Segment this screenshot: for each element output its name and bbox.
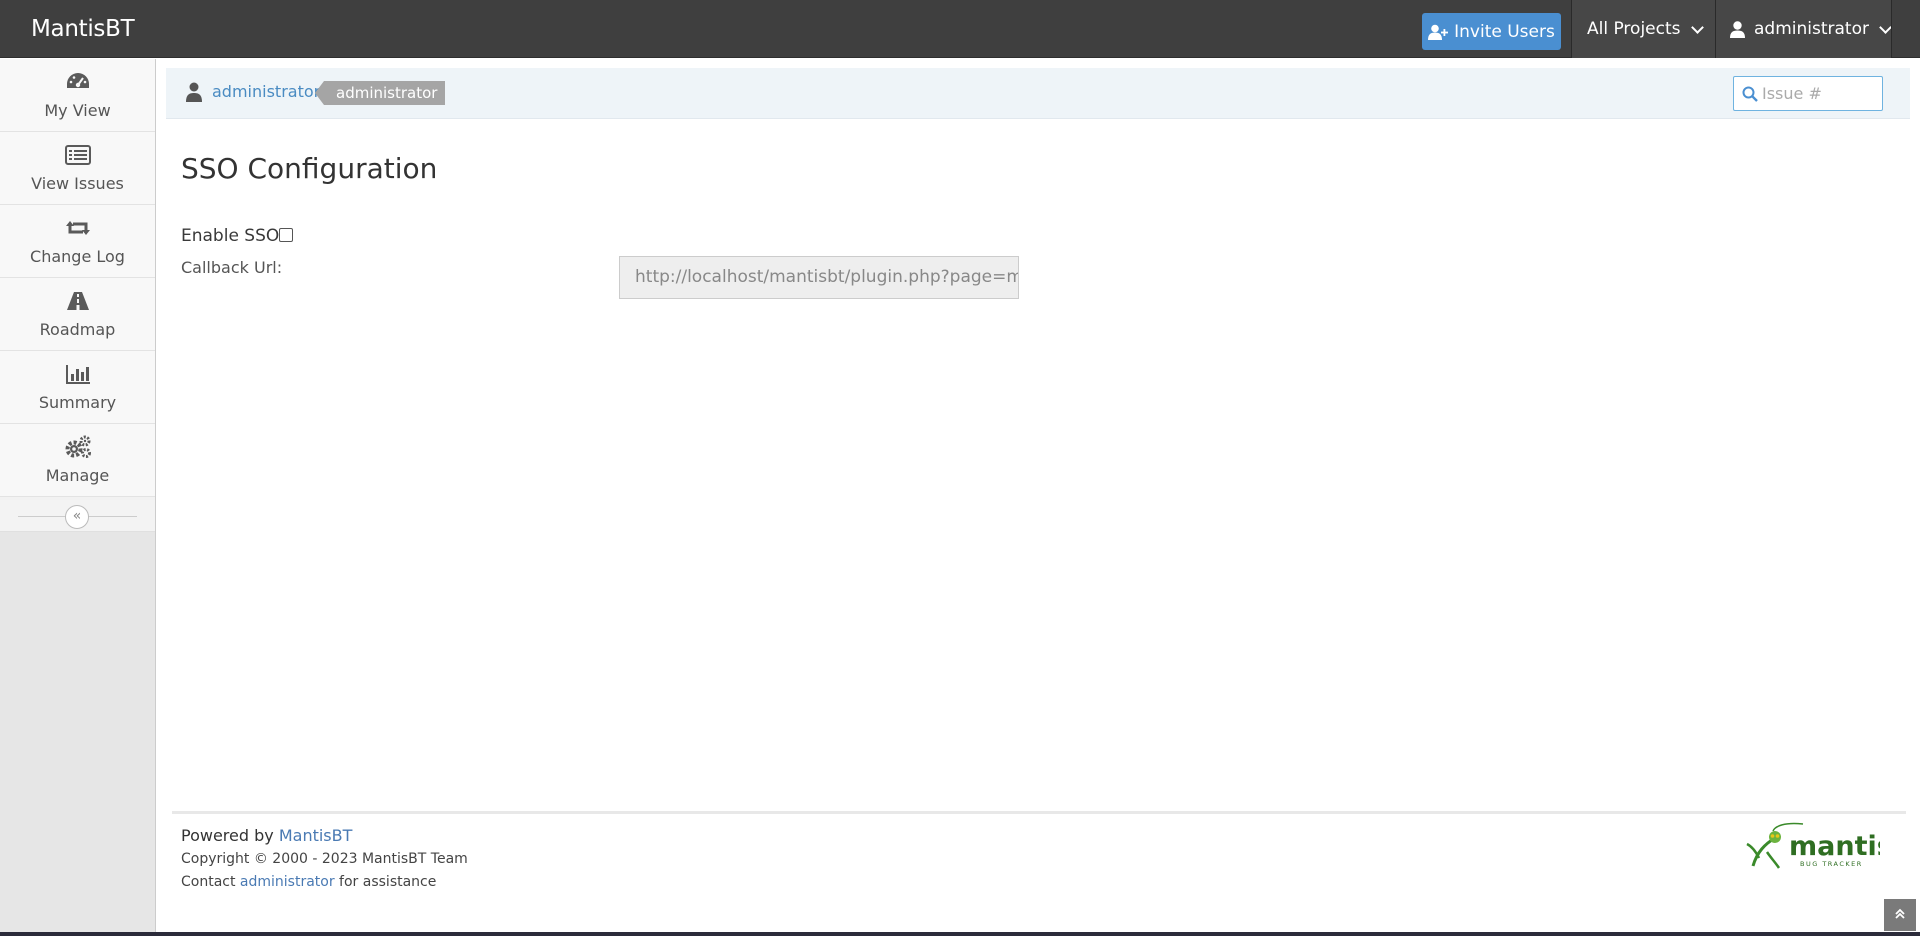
sidebar-item-label: Change Log (30, 247, 125, 266)
invite-users-button[interactable]: Invite Users (1422, 13, 1561, 50)
sidebar-item-label: View Issues (31, 174, 124, 193)
project-selector[interactable]: All Projects (1572, 0, 1715, 58)
user-plus-icon (1428, 24, 1449, 40)
powered-by: Powered by MantisBT (181, 826, 352, 845)
contact-suffix: for assistance (334, 874, 437, 890)
list-icon (64, 145, 91, 165)
powered-by-text: Powered by (181, 826, 279, 845)
contact-admin-link[interactable]: administrator (240, 874, 335, 890)
nav-divider (1891, 0, 1892, 58)
role-badge: administrator (314, 81, 446, 105)
issue-search-input[interactable] (1762, 78, 1880, 109)
navbar: MantisBT Invite Users All Projects admin… (0, 0, 1920, 58)
user-icon (186, 82, 202, 102)
user-menu-label: administrator (1754, 19, 1869, 39)
user-menu[interactable]: administrator (1716, 0, 1892, 58)
page-title: SSO Configuration (181, 152, 438, 185)
enable-sso-checkbox[interactable] (279, 228, 293, 242)
chevron-down-icon (1690, 20, 1704, 34)
sidebar-item-label: My View (44, 101, 111, 120)
sidebar-item-roadmap[interactable]: Roadmap (0, 278, 155, 351)
issue-search (1733, 76, 1883, 111)
sidebar-item-my-view[interactable]: My View (0, 59, 155, 132)
sidebar-item-label: Roadmap (39, 320, 116, 339)
sidebar-item-change-log[interactable]: Change Log (0, 205, 155, 278)
collapse-sidebar-icon[interactable]: « (65, 505, 89, 529)
chevron-down-icon (1879, 20, 1892, 34)
user-icon (1730, 20, 1745, 38)
search-icon (1742, 86, 1758, 102)
logo-subtext: BUG TRACKER (1800, 860, 1863, 868)
dashboard-icon (66, 73, 89, 88)
mantisbt-link[interactable]: MantisBT (279, 826, 353, 845)
footer-divider (172, 811, 1906, 814)
sidebar: My View View Issues Change Log Roadmap S… (0, 59, 156, 936)
breadcrumb-user-link[interactable]: administrator (212, 82, 320, 101)
bar-chart-icon (65, 365, 90, 384)
road-icon (66, 292, 89, 310)
project-selector-label: All Projects (1587, 19, 1681, 39)
invite-users-label: Invite Users (1454, 21, 1555, 42)
retweet-icon (65, 221, 90, 235)
sidebar-background (0, 532, 155, 936)
window-bottom-edge (0, 932, 1920, 936)
callback-url-field[interactable]: http://localhost/mantisbt/plugin.php?pag… (619, 256, 1019, 299)
sidebar-item-label: Manage (45, 466, 110, 485)
mantis-logo[interactable]: mantis BUG TRACKER (1745, 822, 1880, 872)
sidebar-item-label: Summary (38, 393, 117, 412)
brand-link[interactable]: MantisBT (31, 16, 135, 42)
logo-text: mantis (1789, 831, 1880, 862)
sidebar-item-view-issues[interactable]: View Issues (0, 132, 155, 205)
contact-line: Contact administrator for assistance (181, 874, 436, 890)
sidebar-collapse-bar: « (0, 500, 155, 532)
gears-icon (65, 435, 91, 458)
scroll-to-top-button[interactable] (1884, 899, 1916, 931)
enable-sso-label: Enable SSO (181, 226, 280, 246)
double-chevron-up-icon (1895, 908, 1905, 919)
sidebar-item-manage[interactable]: Manage (0, 424, 155, 497)
contact-prefix: Contact (181, 874, 240, 890)
sidebar-item-summary[interactable]: Summary (0, 351, 155, 424)
breadcrumb: administrator administrator (166, 68, 1910, 119)
copyright: Copyright © 2000 - 2023 MantisBT Team (181, 851, 468, 867)
callback-url-label: Callback Url: (181, 258, 283, 277)
